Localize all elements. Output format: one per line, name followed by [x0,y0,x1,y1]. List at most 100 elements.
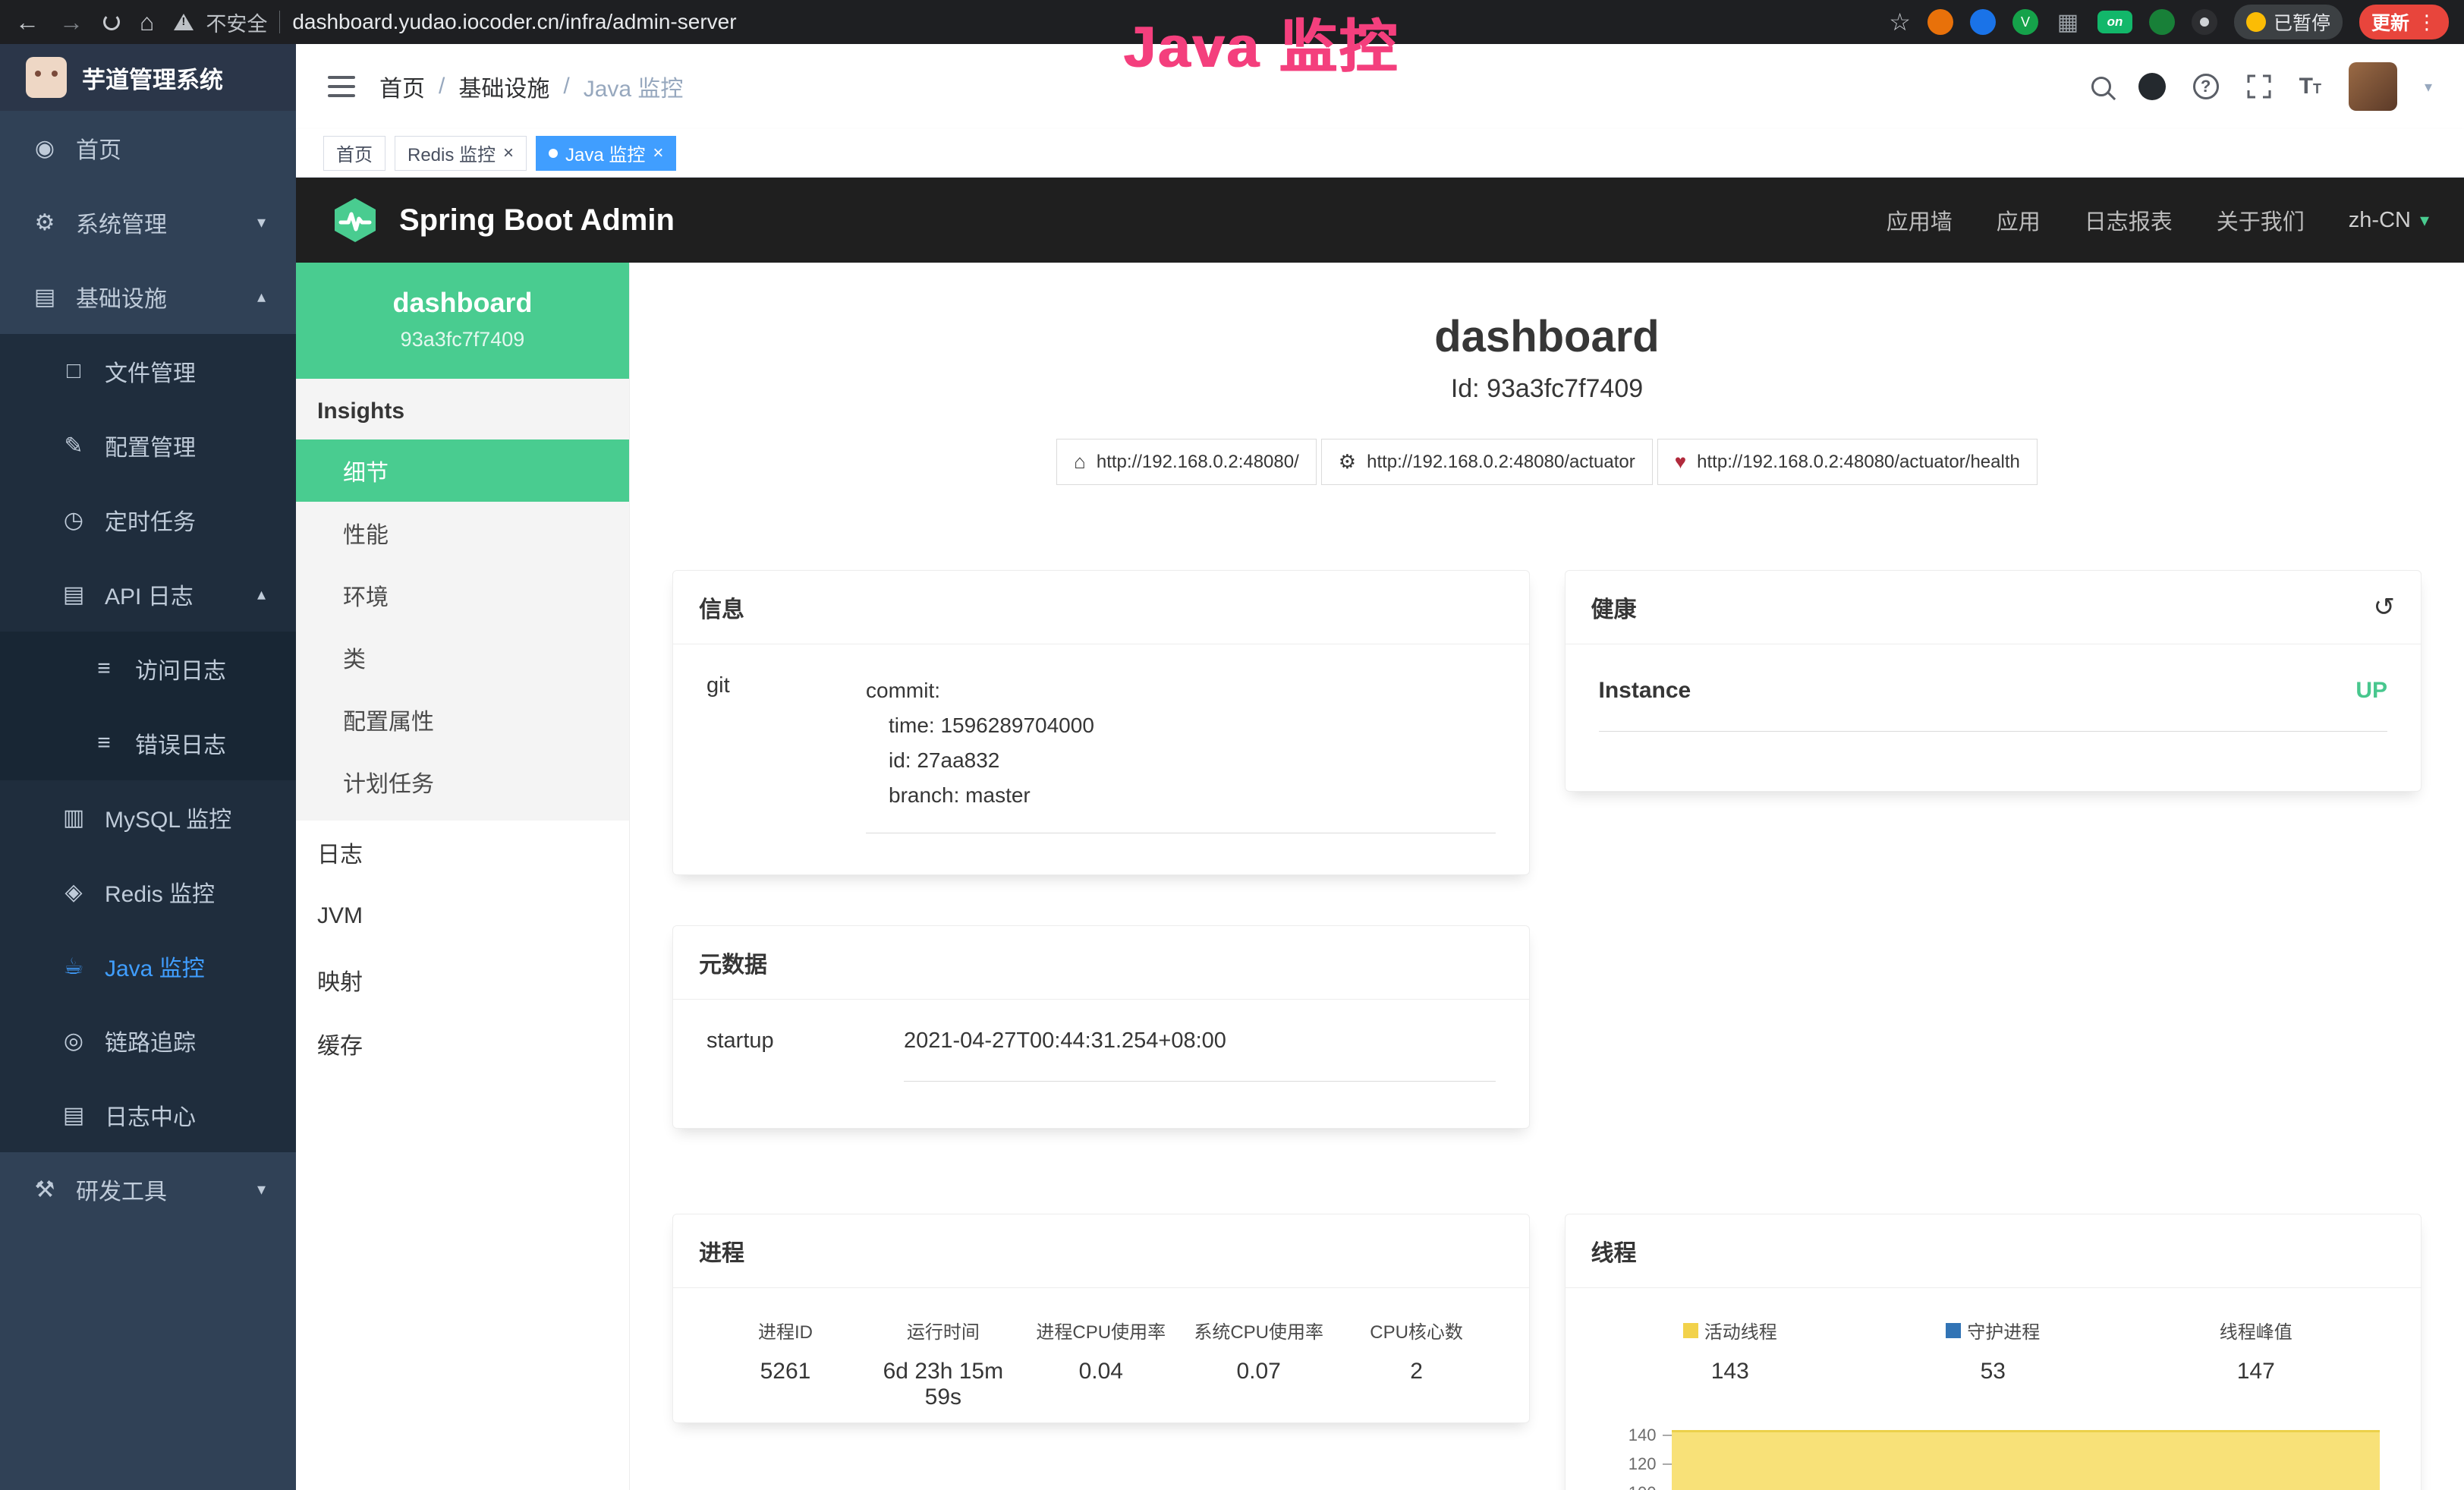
threads-card-body: 活动线程 143 守护进程 [1566,1288,2422,1490]
tab-java-monitor[interactable]: Java 监控 × [536,136,676,171]
user-avatar[interactable] [2349,62,2397,111]
breadcrumb-home[interactable]: 首页 [379,70,425,103]
y-tick-label: 120 [1629,1454,1657,1474]
menu-item-config-props[interactable]: 配置属性 [296,688,629,751]
sba-nav-wallboard[interactable]: 应用墙 [1887,204,1953,236]
drop-extension-icon[interactable] [1970,9,1996,35]
sba-brand[interactable]: Spring Boot Admin [399,203,675,238]
health-url-button[interactable]: ♥ http://192.168.0.2:48080/actuator/heal… [1657,439,2038,485]
health-url-label: http://192.168.0.2:48080/actuator/health [1697,452,2020,473]
back-icon[interactable]: ← [15,8,39,36]
admin-sidebar: 芋道管理系统 ◉ 首页 ⚙ 系统管理 ▾ ▤ 基础设施 ▴ [0,44,296,1490]
sidebar-item-home[interactable]: ◉ 首页 [0,111,296,185]
close-icon[interactable]: × [503,143,514,164]
reload-icon[interactable] [103,14,120,30]
forward-icon[interactable]: → [59,8,83,36]
metric-cpu-cores: CPU核心数 2 [1338,1317,1496,1410]
instance-name: dashboard [308,287,617,319]
menu-item-logs[interactable]: 日志 [296,821,629,884]
menu-item-scheduled-tasks[interactable]: 计划任务 [296,751,629,813]
browser-menu-icon[interactable]: ⋮ [2417,11,2437,34]
sidebar-item-system-mgmt[interactable]: ⚙ 系统管理 ▾ [0,185,296,260]
close-icon[interactable]: × [653,143,663,164]
metadata-row-value: 2021-04-27T00:44:31.254+08:00 [904,1029,1496,1082]
legend-value: 53 [1861,1359,2125,1384]
legend-live-threads: 活动线程 143 [1599,1317,1862,1384]
app-logo-row: 芋道管理系统 [0,44,296,111]
sidebar-item-label: 配置管理 [105,429,196,462]
menu-item-performance[interactable]: 性能 [296,502,629,564]
metadata-card: 元数据 startup 2021-04-27T00:44:31.254+08:0… [672,925,1530,1129]
git-commit-line: commit: [866,673,1496,708]
actuator-url-button[interactable]: ⚙ http://192.168.0.2:48080/actuator [1321,439,1653,485]
sidebar-item-infrastructure[interactable]: ▤ 基础设施 ▴ [0,260,296,334]
hamburger-icon[interactable] [328,76,355,97]
yellow-legend-swatch [1683,1323,1698,1338]
language-selector[interactable]: zh-CN ▾ [2349,208,2429,233]
bookmark-star-icon[interactable]: ☆ [1889,8,1911,36]
menu-item-caches[interactable]: 缓存 [296,1012,629,1076]
sba-nav-about[interactable]: 关于我们 [2217,204,2305,236]
instance-header[interactable]: dashboard 93a3fc7f7409 [296,263,629,379]
sidebar-item-label: 错误日志 [135,726,226,760]
extensions-grid-icon[interactable]: ▦ [2055,9,2081,35]
sidebar-item-api-logs[interactable]: ▤ API 日志 ▴ [0,557,296,632]
threads-card: 线程 活动线程 1 [1565,1214,2422,1490]
leaf-extension-icon[interactable] [2149,9,2175,35]
help-icon[interactable]: ? [2193,74,2219,99]
sba-nav-journal[interactable]: 日志报表 [2085,204,2173,236]
metadata-card-header: 元数据 [673,926,1529,1000]
menu-item-jvm[interactable]: JVM [296,884,629,948]
sidebar-item-redis-monitor[interactable]: ◈ Redis 监控 [0,855,296,929]
sidebar-item-log-center[interactable]: ▤ 日志中心 [0,1078,296,1152]
on-extension-icon[interactable]: on [2097,11,2132,33]
update-button[interactable]: 更新 ⋮ [2359,5,2449,39]
tab-bar: 首页 Redis 监控 × Java 监控 × [296,129,2464,178]
sidebar-item-java-monitor[interactable]: ☕ Java 监控 [0,929,296,1003]
trace-icon: ◎ [59,1028,88,1054]
security-label[interactable]: 不安全 [206,8,267,37]
smiley-avatar-icon [2246,12,2266,32]
paw-extension-icon[interactable] [2192,9,2217,35]
breadcrumb-infrastructure[interactable]: 基础设施 [458,70,549,103]
infrastructure-submenu: □ 文件管理 ✎ 配置管理 ◷ 定时任务 ▤ API 日志 ▴ [0,334,296,1152]
v-extension-icon[interactable]: V [2012,9,2038,35]
menu-item-environment[interactable]: 环境 [296,564,629,626]
fullscreen-icon[interactable] [2246,74,2272,99]
chevron-down-icon[interactable]: ▾ [2425,77,2432,96]
legend-label: 活动线程 [1704,1317,1777,1344]
menu-item-mappings[interactable]: 映射 [296,948,629,1012]
sidebar-item-config-mgmt[interactable]: ✎ 配置管理 [0,408,296,483]
fox-extension-icon[interactable] [1927,9,1953,35]
tab-home[interactable]: 首页 [323,136,385,171]
threads-chart: 140 120 100 [1599,1421,2388,1490]
tab-redis-monitor[interactable]: Redis 监控 × [395,136,527,171]
service-url-button[interactable]: ⌂ http://192.168.0.2:48080/ [1056,439,1317,485]
github-icon[interactable] [2138,73,2166,100]
metric-value: 0.04 [1022,1359,1180,1384]
font-size-icon[interactable]: TT [2299,74,2321,99]
metric-value: 5261 [706,1359,864,1384]
search-icon[interactable] [2091,77,2111,96]
instance-links: ⌂ http://192.168.0.2:48080/ ⚙ http://192… [672,439,2422,485]
sidebar-item-scheduled-jobs[interactable]: ◷ 定时任务 [0,483,296,557]
sidebar-item-mysql-monitor[interactable]: ▥ MySQL 监控 [0,780,296,855]
database-icon: ▥ [59,805,88,831]
url-text[interactable]: dashboard.yudao.iocoder.cn/infra/admin-s… [292,10,736,34]
sidebar-item-access-logs[interactable]: ≡ 访问日志 [0,632,296,706]
sba-nav-applications[interactable]: 应用 [1997,204,2041,236]
health-card-body: Instance UP [1566,644,2422,761]
sidebar-item-error-logs[interactable]: ≡ 错误日志 [0,706,296,780]
sidebar-item-file-mgmt[interactable]: □ 文件管理 [0,334,296,408]
paused-profile-badge[interactable]: 已暂停 [2234,5,2343,39]
address-bar[interactable]: 不安全 dashboard.yudao.iocoder.cn/infra/adm… [174,8,736,37]
active-dot-icon [549,149,558,158]
sidebar-item-dev-tools[interactable]: ⚒ 研发工具 ▾ [0,1152,296,1227]
metric-system-cpu: 系统CPU使用率 0.07 [1180,1317,1338,1410]
menu-item-details[interactable]: 细节 [296,439,629,502]
home-icon[interactable]: ⌂ [140,8,154,36]
sidebar-item-tracing[interactable]: ◎ 链路追踪 [0,1003,296,1078]
history-icon[interactable]: ↺ [2374,592,2396,622]
sba-sidebar: dashboard 93a3fc7f7409 Insights 细节 性能 环境… [296,263,630,1490]
menu-item-classes[interactable]: 类 [296,626,629,688]
